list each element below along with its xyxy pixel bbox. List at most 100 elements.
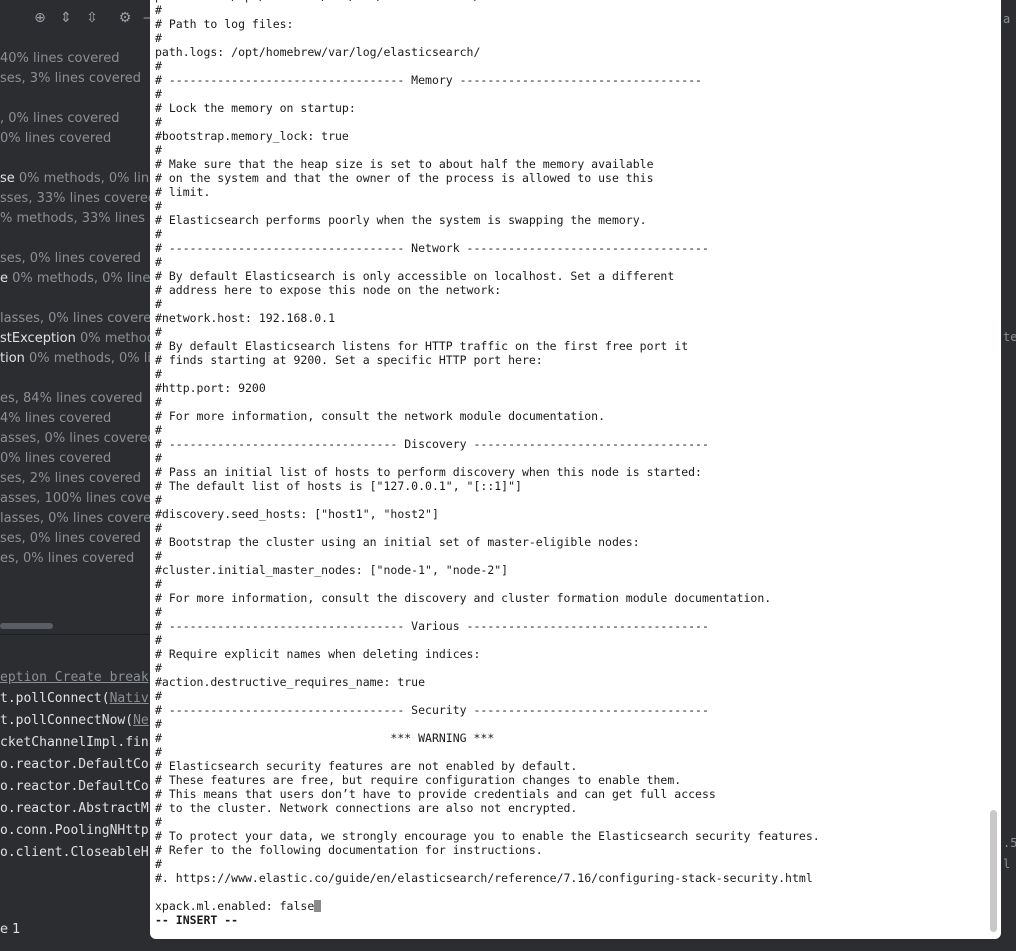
config-line: # on the system and that the owner of th… <box>155 171 985 185</box>
config-line-text: # Make sure that the heap size is set to… <box>155 157 654 171</box>
stack-trace-line: o.reactor.DefaultCo <box>0 776 149 798</box>
config-line: # *** WARNING *** <box>155 731 985 745</box>
source-link[interactable]: Nativ <box>110 691 149 706</box>
config-line: # <box>155 3 985 17</box>
collapse-all-icon[interactable]: ⇳ <box>84 10 100 26</box>
panel-divider[interactable] <box>0 634 150 635</box>
config-line-text: # finds starting at 9200. Set a specific… <box>155 353 543 367</box>
stack-trace-line: t.pollConnectNow(Ne <box>0 710 149 732</box>
coverage-row[interactable]: lasses, 0% lines covered <box>0 509 150 529</box>
config-line-text: path.data: /opt/homebrew/var/lib/elastic… <box>155 0 480 3</box>
config-line: # For more information, consult the netw… <box>155 409 985 423</box>
coverage-row[interactable]: sses, 33% lines covered <box>0 189 150 209</box>
config-line: # <box>155 815 985 829</box>
config-line-text: # Elasticsearch performs poorly when the… <box>155 213 647 227</box>
terminal-window[interactable]: path.data: /opt/homebrew/var/lib/elastic… <box>150 0 1001 939</box>
config-line-text: # address here to expose this node on th… <box>155 283 502 297</box>
coverage-stats: 0% lines covered <box>0 131 112 146</box>
coverage-row[interactable]: stException 0% methods <box>0 329 150 349</box>
coverage-row[interactable]: lasses, 0% lines covered <box>0 309 150 329</box>
config-line: # <box>155 115 985 129</box>
config-line-text: # <box>155 297 162 311</box>
coverage-stats: lasses, 0% lines covered <box>0 311 150 326</box>
config-line-text: # <box>155 367 162 381</box>
coverage-row[interactable]: , 0% lines covered <box>0 109 120 129</box>
coverage-row[interactable]: ses, 0% lines covered <box>0 249 141 269</box>
config-line-text: # By default Elasticsearch is only acces… <box>155 269 675 283</box>
config-line: # <box>155 87 985 101</box>
config-line: # Require explicit names when deleting i… <box>155 647 985 661</box>
config-line-text: # <box>155 255 162 269</box>
config-line-text: # These features are free, but require c… <box>155 773 682 787</box>
config-line: # <box>155 857 985 871</box>
stack-trace-line: o.reactor.AbstractM <box>0 798 149 820</box>
config-line: #discovery.seed_hosts: ["host1", "host2"… <box>155 507 985 521</box>
editor-text-fragment: l <box>1003 857 1011 871</box>
config-line: xpack.ml.enabled: false <box>155 899 985 913</box>
coverage-row[interactable]: asses, 100% lines covere <box>0 489 150 509</box>
coverage-row[interactable]: es, 0% lines covered <box>0 549 134 569</box>
coverage-stats: asses, 0% lines covered <box>0 431 150 446</box>
config-line: # <box>155 59 985 73</box>
coverage-stats: ses, 0% lines covered <box>0 251 142 266</box>
coverage-stats: 4% lines covered <box>0 411 112 426</box>
coverage-stats: asses, 100% lines covere <box>0 491 150 506</box>
config-line: # <box>155 577 985 591</box>
coverage-row[interactable]: ses, 2% lines covered <box>0 469 141 489</box>
coverage-row[interactable]: tion 0% methods, 0% line <box>0 349 150 369</box>
locate-icon[interactable]: ⊕ <box>32 10 48 26</box>
coverage-row[interactable]: 40% lines covered <box>0 49 120 69</box>
stack-frame-text: o.client.CloseableH <box>0 845 149 860</box>
config-line-text: # ---------------------------------- Net… <box>155 241 709 255</box>
config-line-text: # <box>155 115 162 129</box>
gear-icon[interactable]: ⚙ <box>117 10 133 26</box>
config-line: # The default list of hosts is ["127.0.0… <box>155 479 985 493</box>
coverage-row[interactable]: ses, 3% lines covered <box>0 69 141 89</box>
config-line-text: # By default Elasticsearch listens for H… <box>155 339 689 353</box>
source-link[interactable]: Ne <box>133 713 149 728</box>
config-line-text: # *** WARNING *** <box>155 731 495 745</box>
coverage-row[interactable]: e 0% methods, 0% lines <box>0 269 150 289</box>
console-panel: eption Create breakpo t.pollConnect(Nativ… <box>0 660 150 900</box>
coverage-row[interactable]: asses, 0% lines covered <box>0 429 150 449</box>
coverage-row[interactable]: ses, 0% lines covered <box>0 529 141 549</box>
coverage-stats: 0% lines covered <box>0 451 112 466</box>
coverage-row[interactable]: es, 84% lines covered <box>0 389 143 409</box>
expand-all-icon[interactable]: ⇕ <box>58 10 74 26</box>
config-line: # Path to log files: <box>155 17 985 31</box>
coverage-horizontal-scrollbar[interactable] <box>0 622 150 630</box>
stack-trace-line: o.conn.PoolingNHttp <box>0 820 149 842</box>
config-line-text: # For more information, consult the disc… <box>155 591 772 605</box>
config-line: # <box>155 521 985 535</box>
config-line: # <box>155 717 985 731</box>
config-line: # Elasticsearch performs poorly when the… <box>155 213 985 227</box>
config-line: # <box>155 143 985 157</box>
config-line: # <box>155 325 985 339</box>
config-line: # <box>155 633 985 647</box>
config-line-text: # <box>155 451 162 465</box>
config-line-text: # Require explicit names when deleting i… <box>155 647 481 661</box>
coverage-row[interactable]: 4% lines covered <box>0 409 111 429</box>
coverage-row[interactable]: 0% lines covered <box>0 449 111 469</box>
config-line: # <box>155 689 985 703</box>
coverage-stats: es, 84% lines covered <box>0 391 143 406</box>
coverage-row[interactable]: 0% lines covered <box>0 129 111 149</box>
coverage-row[interactable]: se 0% methods, 0% lines <box>0 169 150 189</box>
source-link[interactable]: eption Create breakpo <box>0 670 150 685</box>
config-line: # <box>155 451 985 465</box>
config-line-text: #bootstrap.memory_lock: true <box>155 129 349 143</box>
vim-mode-indicator: -- INSERT -- <box>155 913 239 927</box>
config-line: # <box>155 255 985 269</box>
terminal-vertical-scrollbar[interactable] <box>988 0 1000 939</box>
config-line: #bootstrap.memory_lock: true <box>155 129 985 143</box>
scrollbar-thumb[interactable] <box>990 810 997 932</box>
vim-buffer[interactable]: path.data: /opt/homebrew/var/lib/elastic… <box>155 0 985 927</box>
config-line: # Make sure that the heap size is set to… <box>155 157 985 171</box>
stack-frame-text: o.reactor.DefaultCo <box>0 757 149 772</box>
config-line-text: # <box>155 59 162 73</box>
scrollbar-thumb[interactable] <box>0 623 53 629</box>
config-line: # By default Elasticsearch is only acces… <box>155 269 985 283</box>
config-line-text: # <box>155 199 162 213</box>
config-line-text: # The default list of hosts is ["127.0.0… <box>155 479 522 493</box>
coverage-row[interactable]: % methods, 33% lines co <box>0 209 150 229</box>
